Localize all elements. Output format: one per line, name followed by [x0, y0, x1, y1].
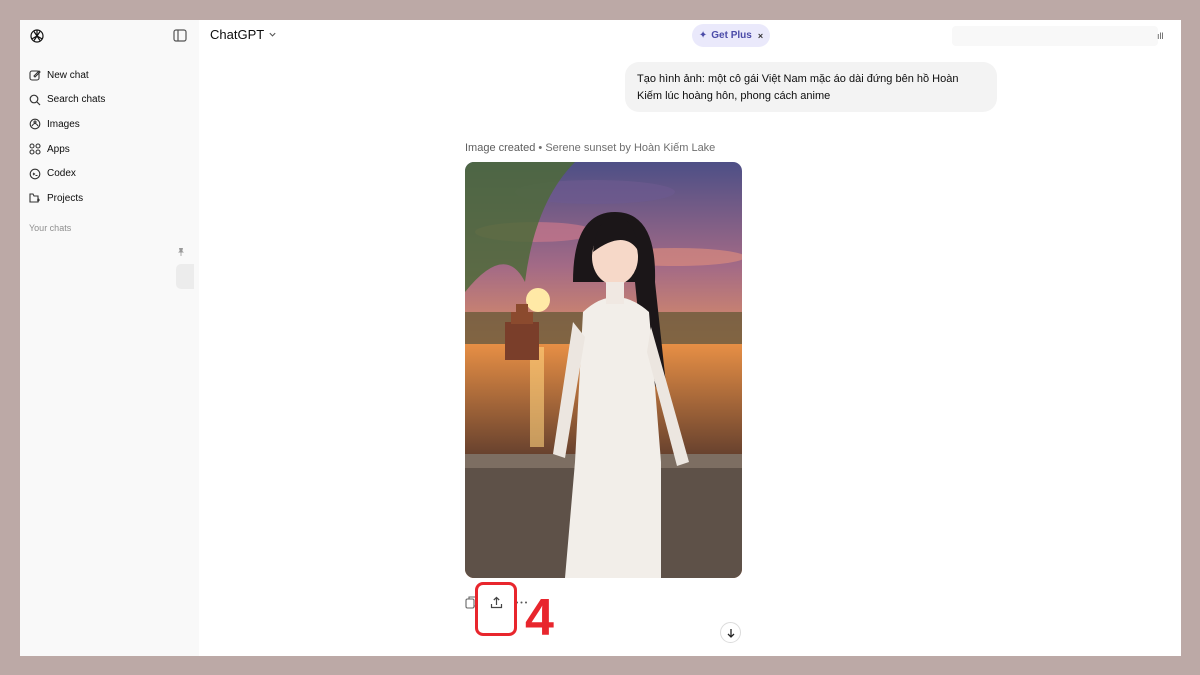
image-status: Image created [465, 142, 536, 154]
step-highlight-box [475, 582, 517, 636]
apps-icon [29, 143, 41, 155]
sidebar: New chat Search chats Images Apps Codex … [20, 20, 199, 656]
sidebar-item-label: Codex [47, 168, 76, 180]
sidebar-item-label: New chat [47, 69, 89, 81]
pin-icon[interactable] [176, 247, 186, 257]
projects-icon [29, 193, 40, 203]
header-right-area [952, 26, 1158, 46]
search-icon [29, 94, 41, 106]
generated-image-picture [465, 162, 742, 578]
edit-icon [29, 70, 41, 81]
sidebar-item-label: Search chats [47, 94, 106, 106]
sidebar-item-label: Images [47, 118, 80, 130]
app-window: New chat Search chats Images Apps Codex … [20, 20, 1181, 656]
your-chats-heading: Your chats [29, 223, 72, 233]
generated-image[interactable] [465, 162, 742, 578]
sidebar-nav: New chat Search chats Images Apps Codex … [29, 63, 194, 211]
openai-logo-icon[interactable] [28, 27, 46, 45]
arrow-down-icon [727, 628, 734, 638]
chevron-down-icon [269, 32, 276, 37]
user-message-bubble: Tạo hình ảnh: một cô gái Việt Nam mặc áo… [625, 62, 997, 112]
close-icon[interactable]: × [758, 31, 763, 41]
sidebar-item-new-chat[interactable]: New chat [29, 63, 194, 88]
image-title: Serene sunset by Hoàn Kiếm Lake [545, 142, 716, 154]
sidebar-item-images[interactable]: Images [29, 112, 194, 137]
model-label: ChatGPT [210, 27, 265, 42]
codex-icon [29, 168, 41, 180]
images-icon [29, 119, 41, 130]
bars-icon[interactable]: ıll [1157, 31, 1164, 41]
caption-separator: • [538, 142, 543, 154]
sidebar-item-apps[interactable]: Apps [29, 137, 194, 162]
sidebar-toggle-icon[interactable] [173, 29, 187, 42]
model-selector[interactable]: ChatGPT [210, 27, 277, 42]
get-plus-label: Get Plus [711, 30, 752, 41]
sparkle-icon: ✦ [698, 30, 708, 41]
sidebar-item-label: Apps [47, 143, 70, 155]
chat-list-item[interactable] [176, 264, 194, 289]
get-plus-button[interactable]: ✦ Get Plus × [692, 24, 770, 47]
image-caption: Image created • Serene sunset by Hoàn Ki… [465, 142, 715, 154]
sidebar-item-label: Projects [47, 192, 84, 204]
sidebar-item-search-chats[interactable]: Search chats [29, 88, 194, 113]
sidebar-item-codex[interactable]: Codex [29, 161, 194, 186]
sidebar-item-projects[interactable]: Projects [29, 186, 194, 211]
scroll-to-bottom-button[interactable] [720, 622, 741, 643]
step-number-label: 4 [525, 589, 554, 647]
